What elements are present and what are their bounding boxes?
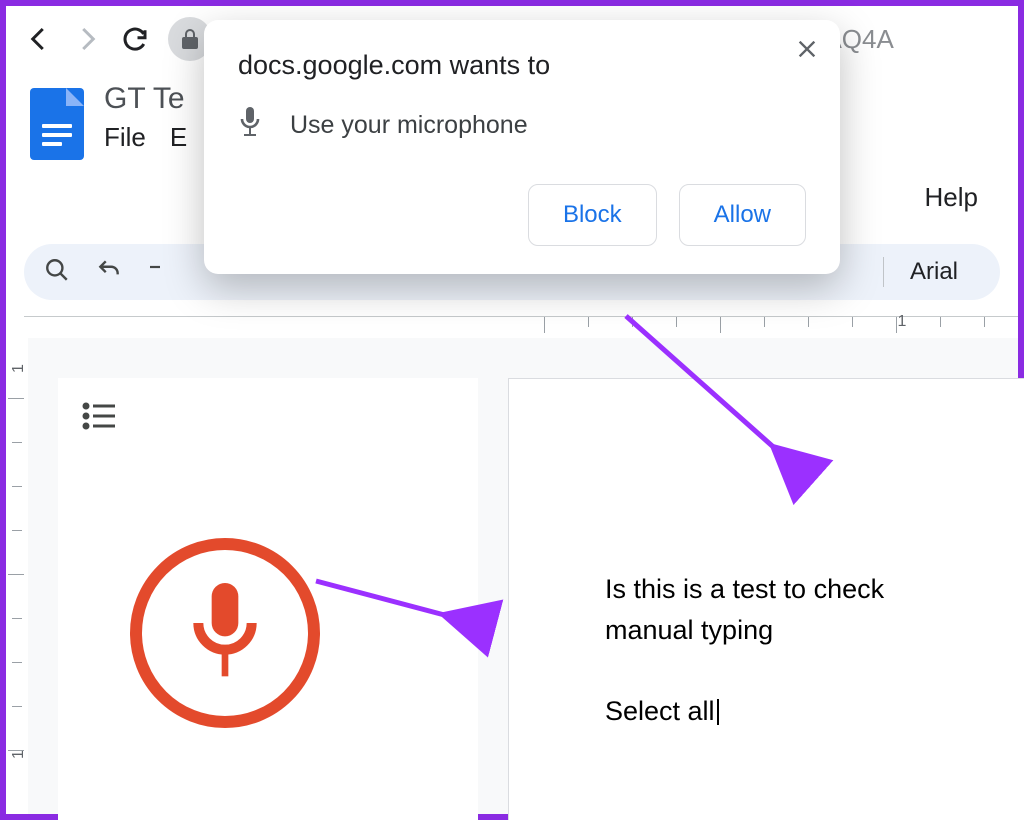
search-icon[interactable] <box>44 257 70 288</box>
forward-button[interactable] <box>72 24 102 54</box>
microphone-icon <box>238 107 262 144</box>
undo-icon[interactable] <box>96 257 122 288</box>
menu-file[interactable]: File <box>104 122 146 153</box>
reload-button[interactable] <box>120 24 150 54</box>
text-line-3: Select all <box>605 696 715 726</box>
font-selector[interactable]: Arial <box>910 258 958 286</box>
vruler-number-bottom: 1 <box>10 750 28 759</box>
outline-icon[interactable] <box>82 402 116 435</box>
permission-row: Use your microphone <box>238 107 806 144</box>
annotation-arrow-allow <box>606 306 826 491</box>
menu-help[interactable]: Help <box>925 182 978 213</box>
toolbar-separator <box>883 257 884 287</box>
close-button[interactable] <box>796 38 818 65</box>
ruler-number: 1 <box>898 313 907 331</box>
docs-logo-icon[interactable] <box>30 88 84 160</box>
menu-edit[interactable]: E <box>170 122 187 153</box>
back-button[interactable] <box>24 24 54 54</box>
vertical-ruler: 1 1 <box>6 338 28 814</box>
text-line-2: manual typing <box>605 610 1024 651</box>
voice-typing-button[interactable] <box>130 538 320 728</box>
menu-bar: File E <box>104 122 187 153</box>
document-title[interactable]: GT Te <box>104 82 187 116</box>
text-cursor <box>717 699 719 725</box>
vruler-number-top: 1 <box>10 364 28 373</box>
permission-text: Use your microphone <box>290 111 528 140</box>
allow-button[interactable]: Allow <box>679 184 806 246</box>
permission-popup: docs.google.com wants to Use your microp… <box>204 20 840 274</box>
block-button[interactable]: Block <box>528 184 657 246</box>
annotation-arrow-mic <box>306 566 506 651</box>
popup-title: docs.google.com wants to <box>238 50 806 81</box>
text-line-1: Is this is a test to check <box>605 569 1024 610</box>
horizontal-ruler: 1 <box>24 316 1018 338</box>
redo-icon[interactable] <box>148 257 166 288</box>
microphone-icon <box>175 583 275 683</box>
workspace: Is this is a test to check manual typing… <box>28 338 1018 814</box>
